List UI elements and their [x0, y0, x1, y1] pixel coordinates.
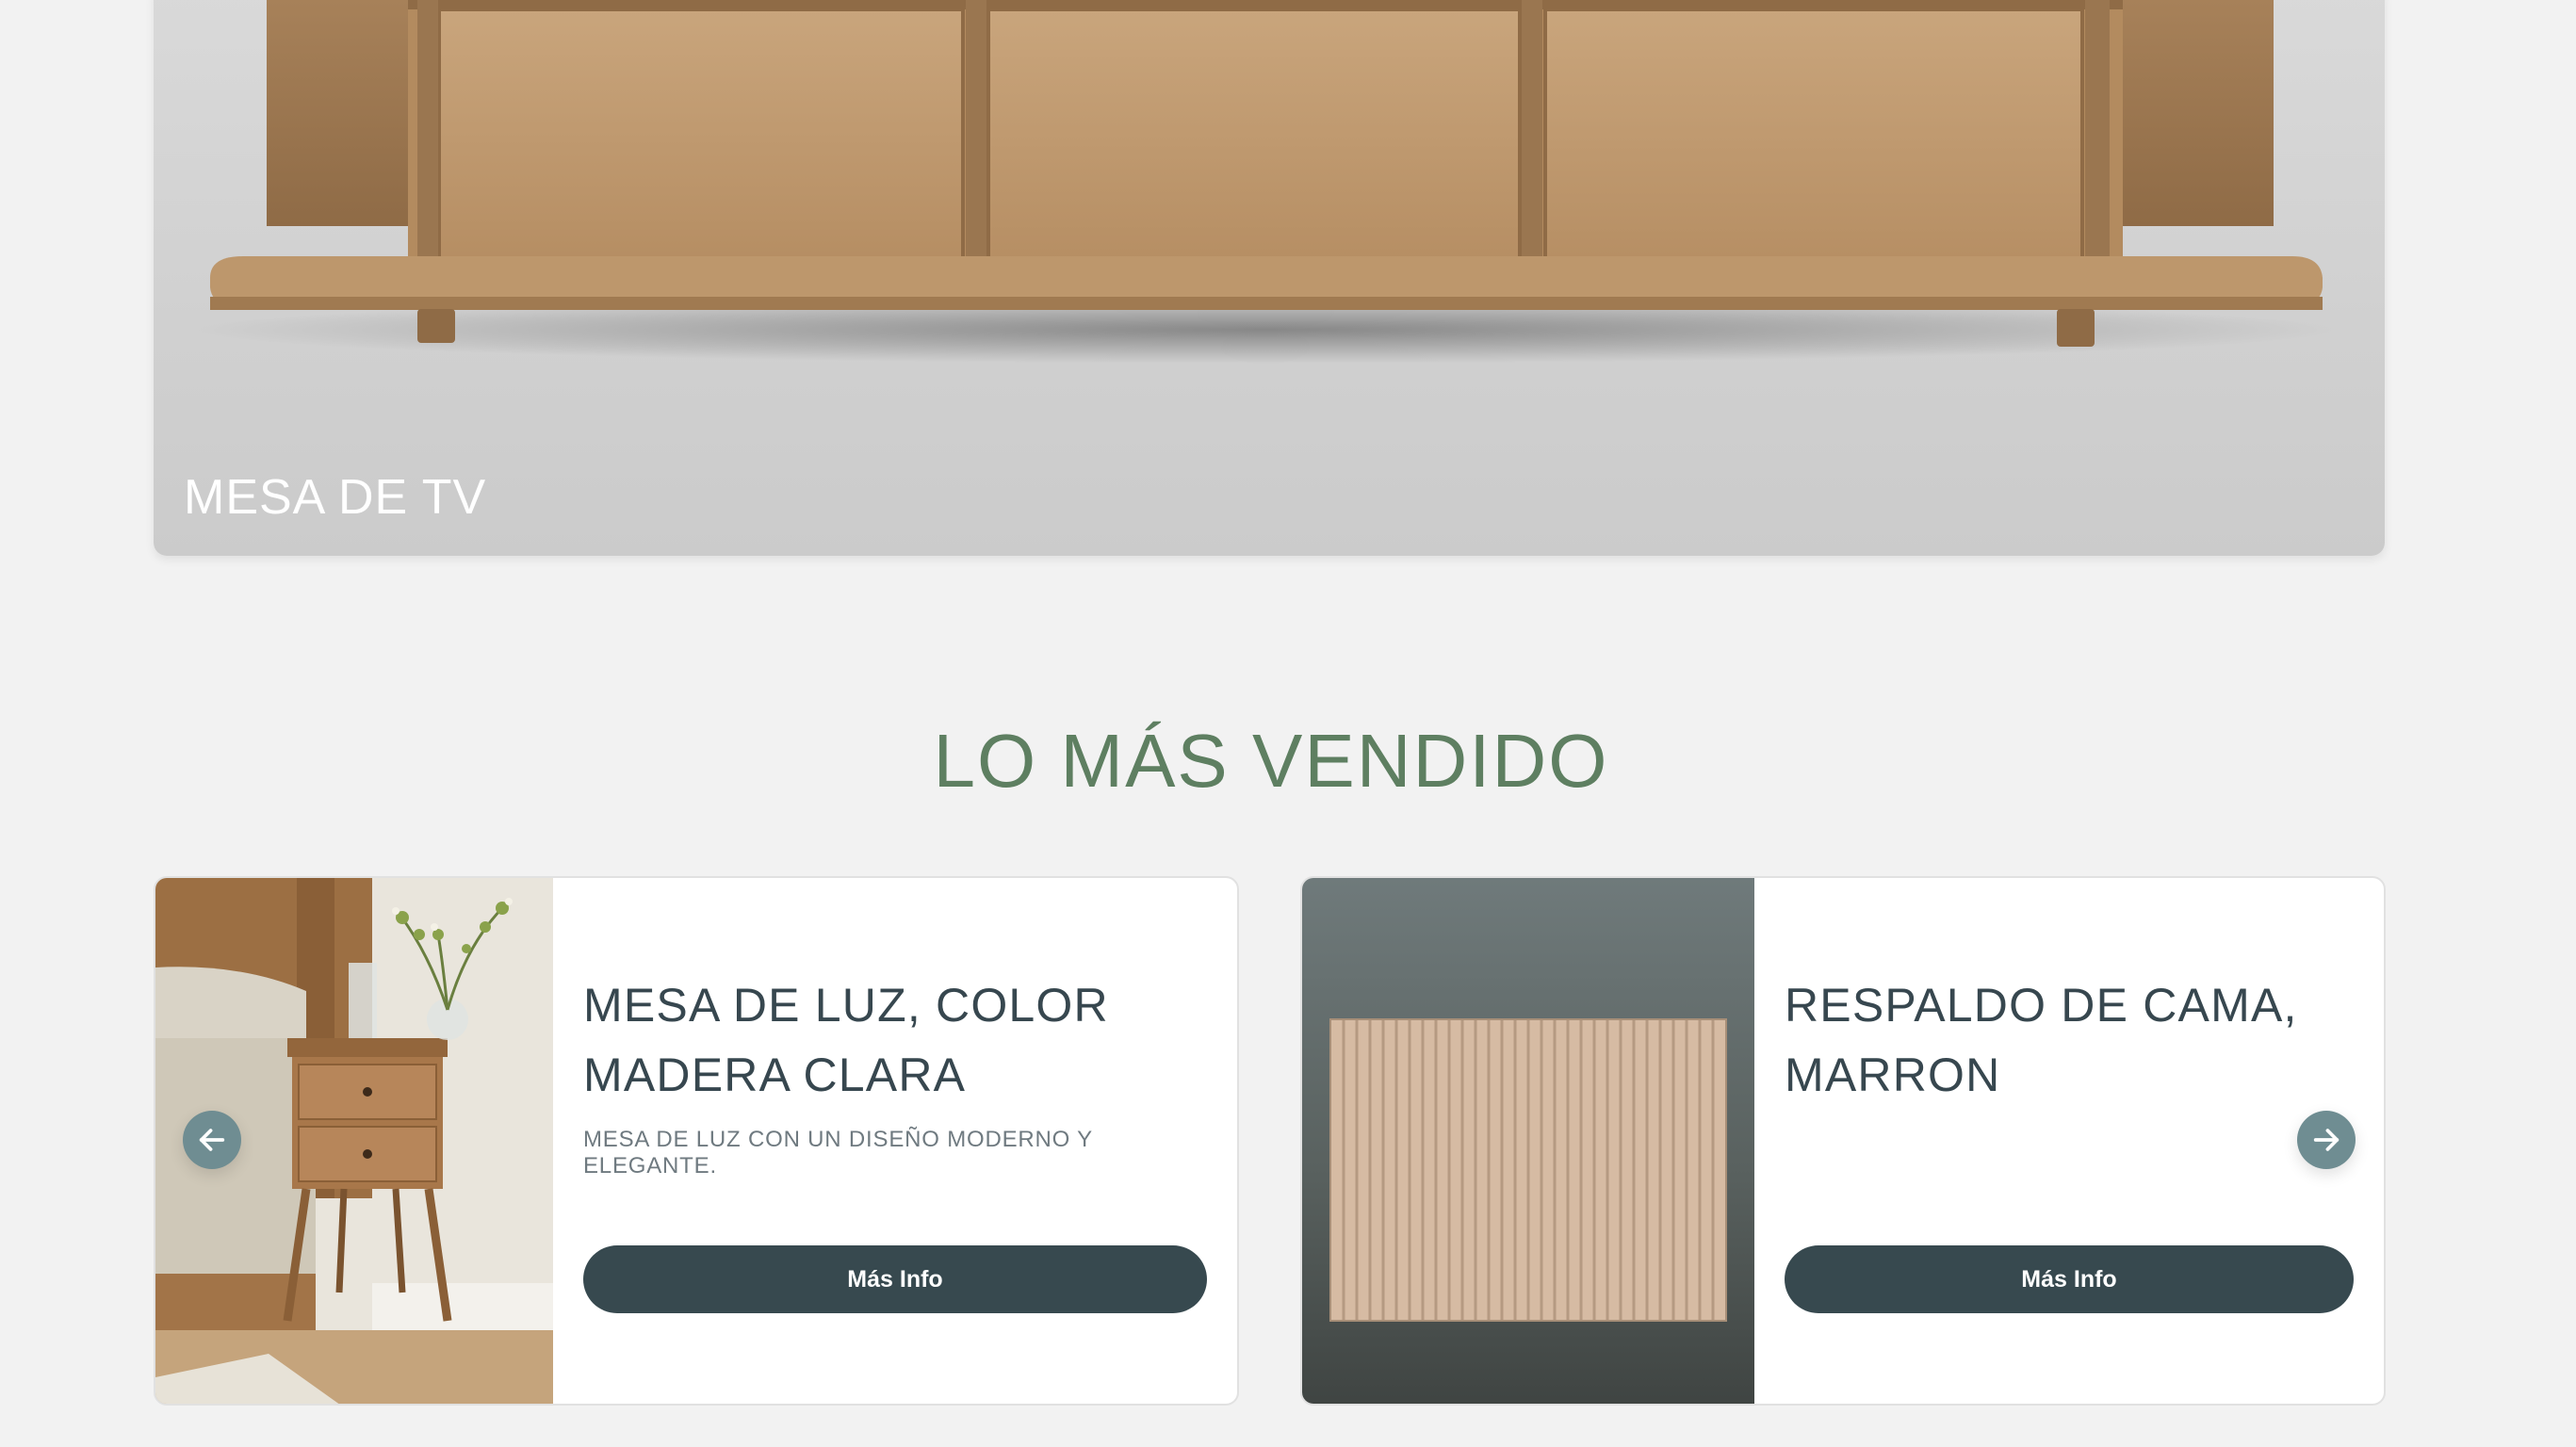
- product-title-line2: MARRON: [1785, 1049, 2001, 1101]
- section-title: LO MÁS VENDIDO: [933, 719, 1609, 803]
- arrow-left-icon: [199, 1129, 225, 1151]
- hero-card[interactable]: MESA DE TV: [154, 0, 2385, 556]
- headboard-image: [1302, 878, 1754, 1404]
- carousel-next-button[interactable]: [2297, 1111, 2356, 1169]
- product-card[interactable]: RESPALDO DE CAMA, MARRON Más Info: [1300, 876, 2386, 1406]
- product-card[interactable]: MESA DE LUZ, COLOR MADERA CLARA MESA DE …: [154, 876, 1239, 1406]
- product-info: RESPALDO DE CAMA, MARRON Más Info: [1785, 878, 2354, 1404]
- product-title-line1: RESPALDO DE CAMA,: [1785, 979, 2298, 1032]
- product-title-line2: MADERA CLARA: [583, 1049, 967, 1101]
- product-image-headboard[interactable]: [1302, 878, 1754, 1404]
- tv-stand-image: [191, 0, 2340, 364]
- product-title: MESA DE LUZ, COLOR MADERA CLARA: [583, 970, 1207, 1110]
- more-info-button[interactable]: Más Info: [583, 1245, 1207, 1313]
- product-title-line1: MESA DE LUZ, COLOR: [583, 979, 1109, 1032]
- product-description: MESA DE LUZ CON UN DISEÑO MODERNO Y ELEG…: [583, 1127, 1093, 1179]
- product-title: RESPALDO DE CAMA, MARRON: [1785, 970, 2354, 1110]
- page: MESA DE TV LO MÁS VENDIDO MESA DE LUZ, C…: [0, 0, 2576, 1447]
- more-info-button[interactable]: Más Info: [1785, 1245, 2354, 1313]
- arrow-right-icon: [2313, 1129, 2340, 1151]
- product-info: MESA DE LUZ, COLOR MADERA CLARA MESA DE …: [583, 878, 1207, 1404]
- carousel-prev-button[interactable]: [183, 1111, 241, 1169]
- hero-title: MESA DE TV: [184, 470, 487, 525]
